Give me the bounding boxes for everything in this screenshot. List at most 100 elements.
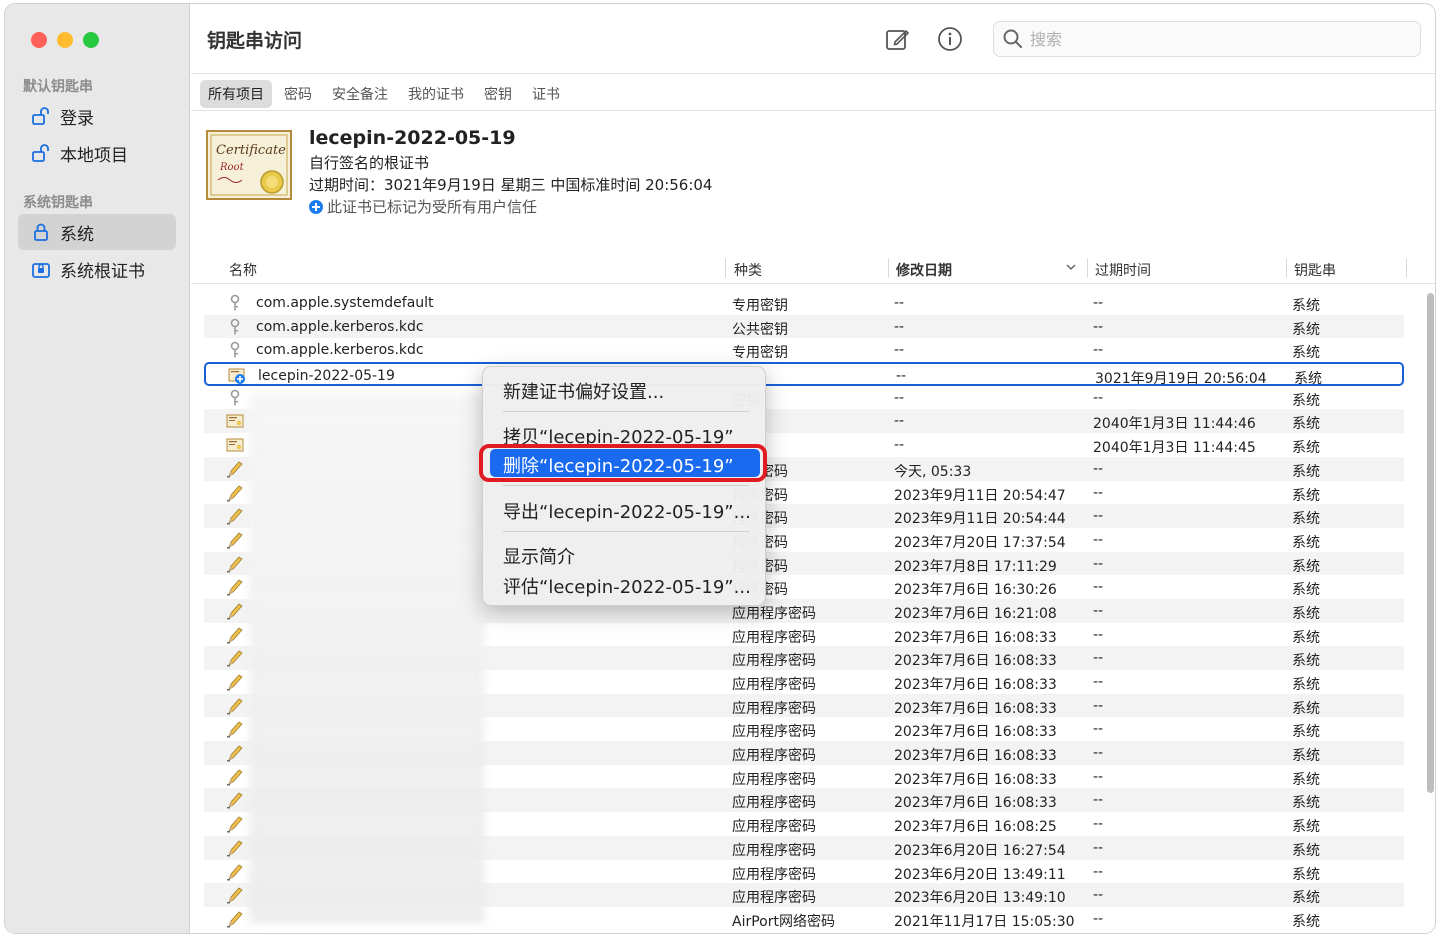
search-input[interactable] xyxy=(1030,29,1410,49)
table-header: 名称 种类 修改日期 过期时间 钥匙串 xyxy=(191,256,1411,282)
highlight-annotation xyxy=(479,444,767,482)
cell-modified: -- xyxy=(894,318,905,335)
menu-item-get-info[interactable]: 显示简介 xyxy=(503,543,575,569)
menu-item-export[interactable]: 导出“lecepin-2022-05-19”... xyxy=(503,498,751,524)
search-field[interactable] xyxy=(993,21,1421,57)
sidebar-item-system-roots[interactable]: 系统根证书 xyxy=(18,251,176,287)
cell-kind: 应用程序密码 xyxy=(732,819,816,836)
cell-modified: -- xyxy=(894,389,905,406)
locked-padlock-icon xyxy=(30,221,52,243)
compose-icon[interactable] xyxy=(885,26,911,52)
cell-expires: -- xyxy=(1093,602,1104,619)
sidebar-section-default: 默认钥匙串 xyxy=(23,79,93,95)
password-pencil-icon xyxy=(226,673,244,691)
column-name[interactable]: 名称 xyxy=(229,260,257,280)
cell-kind: 应用程序密码 xyxy=(732,771,816,788)
cell-keychain: 系统 xyxy=(1292,298,1320,314)
sidebar-item-local-items[interactable]: 本地项目 xyxy=(18,135,176,171)
table-row[interactable]: com.apple.systemdefault 专用密钥 -- -- 系统 xyxy=(204,291,1404,315)
column-separator xyxy=(725,258,726,278)
svg-text:Certificate: Certificate xyxy=(216,143,286,158)
cell-modified: 2023年7月6日 16:08:33 xyxy=(894,724,1057,741)
tab-passwords[interactable]: 密码 xyxy=(276,80,320,108)
menu-separator xyxy=(503,485,749,486)
window-title: 钥匙串访问 xyxy=(207,30,303,52)
table-row[interactable]: com.apple.kerberos.kdc 专用密钥 -- -- 系统 xyxy=(204,338,1404,362)
keychain-window: 默认钥匙串 登录 本地项目 系统钥匙串 系统 系统根证书 钥匙串访问 搜索 所有… xyxy=(4,3,1436,934)
cell-modified: 2023年7月6日 16:30:26 xyxy=(894,582,1057,599)
plus-circle-icon xyxy=(309,199,323,214)
key-icon xyxy=(226,389,244,407)
cell-modified: 2023年9月11日 20:54:47 xyxy=(894,487,1066,504)
cell-expires: -- xyxy=(1093,721,1104,738)
close-window-button[interactable] xyxy=(31,32,47,48)
cell-keychain: 系统 xyxy=(1292,582,1320,599)
password-pencil-icon xyxy=(226,697,244,715)
tab-secure-notes[interactable]: 安全备注 xyxy=(324,80,396,108)
cell-kind: 公共密钥 xyxy=(732,321,788,338)
cell-keychain: 系统 xyxy=(1292,321,1320,338)
column-expires[interactable]: 过期时间 xyxy=(1095,260,1151,280)
cell-modified: -- xyxy=(894,342,905,359)
sidebar-item-login[interactable]: 登录 xyxy=(18,98,176,134)
cell-expires: -- xyxy=(1093,674,1104,690)
cell-name: com.apple.systemdefault xyxy=(256,295,434,311)
cell-kind: 应用程序密码 xyxy=(732,677,816,693)
sidebar-item-label: 系统 xyxy=(60,224,94,245)
category-tabs: 所有项目 密码 安全备注 我的证书 密钥 证书 xyxy=(200,80,568,108)
cell-kind: 应用程序密码 xyxy=(732,842,816,859)
chevron-down-icon[interactable] xyxy=(1065,261,1077,277)
menu-item-new-cert-preference[interactable]: 新建证书偏好设置... xyxy=(503,378,664,404)
menu-item-evaluate[interactable]: 评估“lecepin-2022-05-19”... xyxy=(503,573,751,599)
cell-kind: 应用程序密码 xyxy=(732,795,816,812)
cell-modified: -- xyxy=(894,437,905,454)
password-pencil-icon xyxy=(226,910,244,928)
cell-expires: -- xyxy=(1093,389,1104,406)
zoom-window-button[interactable] xyxy=(83,32,99,48)
cell-modified: 2023年7月8日 17:11:29 xyxy=(894,558,1057,575)
key-icon xyxy=(226,294,244,312)
cell-modified: 2023年7月6日 16:21:08 xyxy=(894,605,1057,622)
cell-kind: 应用程序密码 xyxy=(732,653,816,670)
unlocked-padlock-icon xyxy=(30,142,52,164)
sidebar-item-label: 本地项目 xyxy=(60,145,128,166)
sidebar-item-system[interactable]: 系统 xyxy=(18,214,176,250)
scrollbar-thumb[interactable] xyxy=(1427,293,1434,793)
info-icon[interactable] xyxy=(937,26,963,52)
context-menu: 新建证书偏好设置... 拷贝“lecepin-2022-05-19” 删除“le… xyxy=(482,366,766,606)
certificate-image: Certificate Root xyxy=(206,130,292,200)
detail-title: lecepin-2022-05-19 xyxy=(309,127,516,149)
cell-modified: 2023年7月6日 16:08:33 xyxy=(894,795,1057,812)
search-icon xyxy=(1002,28,1024,50)
key-icon xyxy=(226,341,244,359)
column-keychain[interactable]: 钥匙串 xyxy=(1294,260,1336,280)
cell-modified: 2023年7月6日 16:08:33 xyxy=(894,629,1057,646)
cell-modified: 2023年6月20日 16:27:54 xyxy=(894,842,1066,859)
detail-trust: 此证书已标记为受所有用户信任 xyxy=(309,196,537,217)
cell-keychain: 系统 xyxy=(1292,842,1320,859)
table-row[interactable]: lecepin-2022-05-19 -- 3021年9月19日 20:56:04 系… xyxy=(204,362,1404,387)
cell-modified: 2023年7月20日 17:37:54 xyxy=(894,534,1066,551)
cell-expires: -- xyxy=(1093,484,1104,501)
column-kind[interactable]: 种类 xyxy=(734,260,762,280)
toolbar-divider xyxy=(191,73,1435,74)
sidebar-item-label: 系统根证书 xyxy=(60,261,145,282)
tab-all-items[interactable]: 所有项目 xyxy=(200,80,272,108)
cell-keychain: 系统 xyxy=(1292,653,1320,670)
vertical-scrollbar[interactable] xyxy=(1424,293,1435,793)
table-row[interactable]: com.apple.kerberos.kdc 公共密钥 -- -- 系统 xyxy=(204,314,1404,339)
tab-my-certificates[interactable]: 我的证书 xyxy=(400,80,472,108)
cell-keychain: 系统 xyxy=(1292,771,1320,788)
cell-expires: -- xyxy=(1093,626,1104,643)
password-pencil-icon xyxy=(226,460,244,478)
minimize-window-button[interactable] xyxy=(57,32,73,48)
cell-kind: 专用密钥 xyxy=(732,298,788,314)
cell-expires: -- xyxy=(1093,650,1104,667)
cell-keychain: 系统 xyxy=(1292,392,1320,409)
cell-name: com.apple.kerberos.kdc xyxy=(256,342,424,359)
password-pencil-icon xyxy=(226,863,244,881)
cell-modified: 2023年9月11日 20:54:44 xyxy=(894,511,1066,528)
column-modified[interactable]: 修改日期 xyxy=(896,260,952,280)
tab-keys[interactable]: 密钥 xyxy=(476,80,520,108)
tab-certificates[interactable]: 证书 xyxy=(524,80,568,108)
